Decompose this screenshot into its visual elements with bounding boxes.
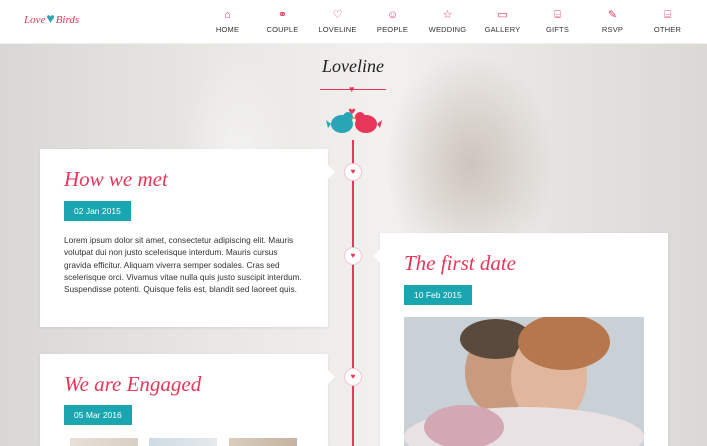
event-description: Lorem ipsum dolor sit amet, consectetur …	[64, 235, 302, 295]
event-title: The first date	[404, 251, 517, 275]
nav-item-other[interactable]: ⌸ OTHER	[640, 0, 695, 44]
heart-icon: ♡	[332, 9, 343, 21]
love-birds-icon	[326, 108, 382, 133]
nav-item-gifts[interactable]: ⌸ GIFTS	[530, 0, 585, 44]
gift-icon: ⌸	[554, 9, 561, 21]
nav-item-loveline[interactable]: ♡ LOVELINE	[310, 0, 365, 44]
title-heart-icon: ♥	[349, 84, 355, 94]
nav-label: GIFTS	[545, 25, 570, 34]
couple-icon: ⚭	[277, 9, 288, 21]
nav-item-wedding[interactable]: ☆ WEDDING	[420, 0, 475, 44]
timeline-title: Loveline	[322, 56, 384, 76]
event-date-badge: 05 Mar 2016	[64, 405, 132, 425]
event-card-first-date: The first date 10 Feb 2015	[380, 233, 668, 446]
nav-label: PEOPLE	[376, 25, 409, 34]
site-header: Love ♥ Birds ⌂ HOME ⚭ COUPLE ♡ LOVELINE …	[0, 0, 707, 44]
nav-item-rsvp[interactable]: ✎ RSVP	[585, 0, 640, 44]
nav-label: COUPLE	[266, 25, 299, 34]
engaged-photo-thumbnail	[70, 438, 138, 446]
nav-label: OTHER	[653, 25, 682, 34]
main-nav: ⌂ HOME ⚭ COUPLE ♡ LOVELINE ☺ PEOPLE ☆ WE…	[200, 0, 695, 44]
nav-label: HOME	[215, 25, 240, 34]
event-title: How we met	[64, 167, 168, 191]
timeline-heart-icon: ♥	[345, 164, 361, 180]
first-date-couple-photo	[404, 317, 644, 446]
event-date-badge: 02 Jan 2015	[64, 201, 131, 221]
timeline-line	[352, 140, 354, 446]
site-logo[interactable]: Love ♥ Birds	[24, 12, 79, 28]
nav-label: LOVELINE	[318, 25, 357, 34]
star-icon: ☆	[442, 9, 453, 21]
gallery-icon: ▭	[497, 9, 508, 21]
timeline-heart-icon: ♥	[345, 369, 361, 385]
people-icon: ☺	[386, 9, 399, 21]
card-pointer	[328, 370, 335, 384]
nav-item-home[interactable]: ⌂ HOME	[200, 0, 255, 44]
event-title: We are Engaged	[64, 372, 202, 396]
logo-text-left: Love	[24, 14, 46, 26]
card-pointer	[373, 249, 380, 263]
logo-text-right: Birds	[55, 14, 80, 26]
engaged-photo-thumbnail	[229, 438, 297, 446]
nav-item-couple[interactable]: ⚭ COUPLE	[255, 0, 310, 44]
nav-item-people[interactable]: ☺ PEOPLE	[365, 0, 420, 44]
logo-heart-icon: ♥	[46, 12, 55, 27]
event-card-how-we-met: How we met 02 Jan 2015 Lorem ipsum dolor…	[40, 149, 328, 327]
nav-item-gallery[interactable]: ▭ GALLERY	[475, 0, 530, 44]
pen-icon: ✎	[607, 9, 618, 21]
home-icon: ⌂	[224, 9, 231, 21]
nav-label: GALLERY	[484, 25, 521, 34]
nav-label: WEDDING	[428, 25, 467, 34]
other-icon: ⌸	[664, 9, 671, 21]
event-date-badge: 10 Feb 2015	[404, 285, 472, 305]
card-pointer	[328, 165, 335, 179]
event-card-engaged: We are Engaged 05 Mar 2016	[40, 354, 328, 446]
nav-label: RSVP	[601, 25, 624, 34]
engaged-photo-thumbnail	[149, 438, 217, 446]
timeline-heart-icon: ♥	[345, 248, 361, 264]
